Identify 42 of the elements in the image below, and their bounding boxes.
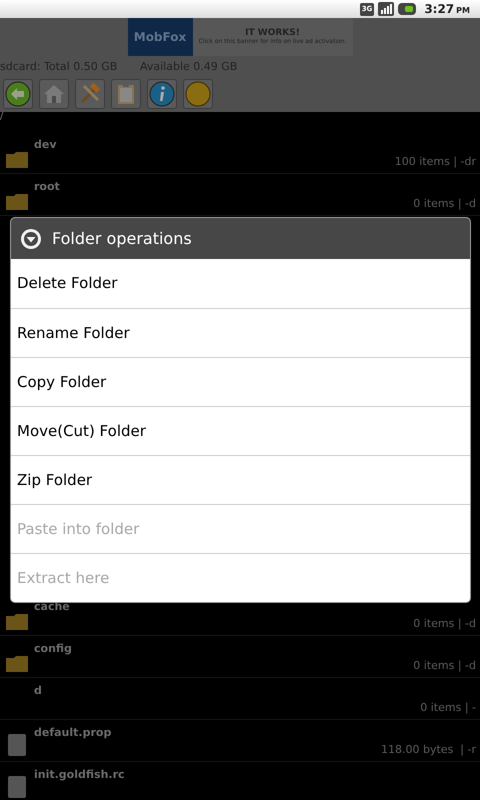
circle-icon: [184, 80, 212, 108]
folder-icon: [6, 654, 28, 672]
toolbar-button[interactable]: [111, 79, 141, 109]
file-name: cache: [34, 601, 71, 612]
file-details: 100 items | -dr: [394, 156, 476, 167]
file-name: default.prop: [34, 727, 112, 738]
file-row[interactable]: init.goldfish.rc: [0, 762, 480, 800]
menu-item[interactable]: Zip Folder: [11, 455, 470, 504]
file-row[interactable]: d 0 items | -: [0, 678, 480, 720]
file-name: d: [34, 685, 43, 696]
current-path: /: [0, 112, 4, 122]
folder-icon: [6, 612, 28, 630]
file-name: root: [34, 181, 61, 192]
signal-icon: [378, 2, 394, 16]
file-name: config: [34, 643, 73, 654]
folder-icon: [6, 192, 28, 210]
file-row[interactable]: config 0 items | -d: [0, 636, 480, 678]
file-details: 0 items | -: [420, 702, 476, 713]
file-icon: [8, 776, 26, 798]
menu-item[interactable]: Copy Folder: [11, 357, 470, 406]
file-row[interactable]: dev 100 items | -dr: [0, 132, 480, 174]
ad-logo: MobFox: [134, 29, 186, 46]
file-name: dev: [34, 139, 58, 150]
caret-down-icon: [20, 228, 42, 250]
file-icon: [8, 734, 26, 756]
file-details: 0 items | -d: [413, 660, 476, 671]
menu-item[interactable]: Move(Cut) Folder: [11, 406, 470, 455]
file-details: 0 items | -d: [413, 198, 476, 209]
menu-item[interactable]: Rename Folder: [11, 308, 470, 357]
file-details: 0 items | -d: [413, 618, 476, 629]
menu-item[interactable]: Delete Folder: [11, 259, 470, 308]
file-row[interactable]: root 0 items | -d: [0, 174, 480, 216]
file-details: 118.00 bytes | -r: [381, 744, 476, 755]
toolbar-button[interactable]: [3, 79, 33, 109]
dialog-title: Folder operations: [52, 228, 192, 250]
file-name: init.goldfish.rc: [34, 769, 126, 780]
info-icon: [148, 80, 176, 108]
toolbar-button[interactable]: [147, 79, 177, 109]
folder-icon: [6, 150, 28, 168]
clock: 3:27 PM: [424, 3, 470, 15]
battery-icon: [398, 3, 416, 15]
file-row[interactable]: default.prop 118.00 bytes | -r: [0, 720, 480, 762]
